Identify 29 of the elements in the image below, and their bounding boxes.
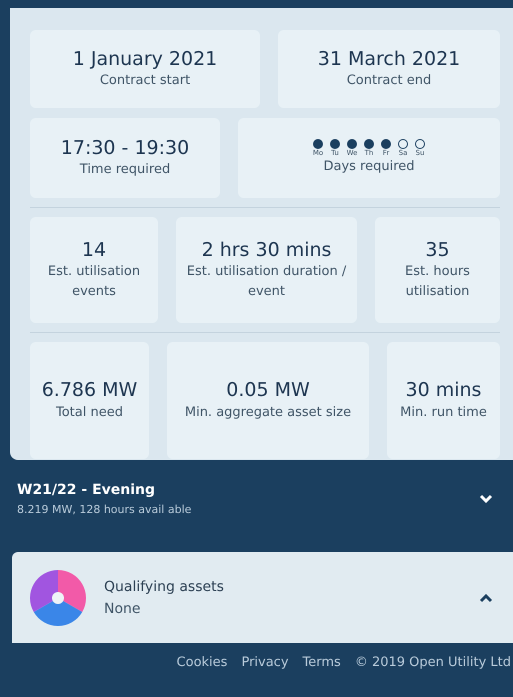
footer-link[interactable]: Terms <box>302 655 341 670</box>
footer-link[interactable]: Cookies <box>176 655 228 670</box>
card-label: Min. aggregate asset size <box>184 404 352 422</box>
card-label: Total need <box>56 404 123 422</box>
card-value: 6.786 MW <box>42 378 138 403</box>
card-label: Days required <box>323 158 415 176</box>
card-label: Est. hours utilisation <box>404 263 471 302</box>
assets-title: Qualifying assets <box>104 578 225 594</box>
card-value: 0.05 MW <box>226 378 310 403</box>
card-label: Min. run time <box>400 404 487 422</box>
card-label: Time required <box>80 161 170 180</box>
card-value: 2 hrs 30 mins <box>202 238 332 262</box>
card-value: 17:30 - 19:30 <box>60 136 190 160</box>
card-label: Est. utilisation events <box>46 263 142 302</box>
card-label: Contract start <box>100 72 190 90</box>
card-label: Contract end <box>346 72 432 90</box>
footer-link[interactable]: Privacy <box>241 655 289 670</box>
chevron-icon[interactable] <box>479 592 493 602</box>
card-value: 35 <box>425 238 450 262</box>
card-label: Est. utilisation duration / event <box>186 263 348 302</box>
assets-value: None <box>104 600 142 616</box>
window-subtitle: 8.219 MW, 128 hours avail able <box>17 503 192 516</box>
window-title: W21/22 - Evening <box>17 482 156 498</box>
copyright-text: © 2019 Open Utility Ltd <box>354 655 511 670</box>
card-value: 30 mins <box>406 378 482 403</box>
card-value: 14 <box>82 238 106 262</box>
pie-icon <box>30 570 86 626</box>
card-value: 31 March 2021 <box>318 46 460 72</box>
card-value: 1 January 2021 <box>72 46 218 72</box>
